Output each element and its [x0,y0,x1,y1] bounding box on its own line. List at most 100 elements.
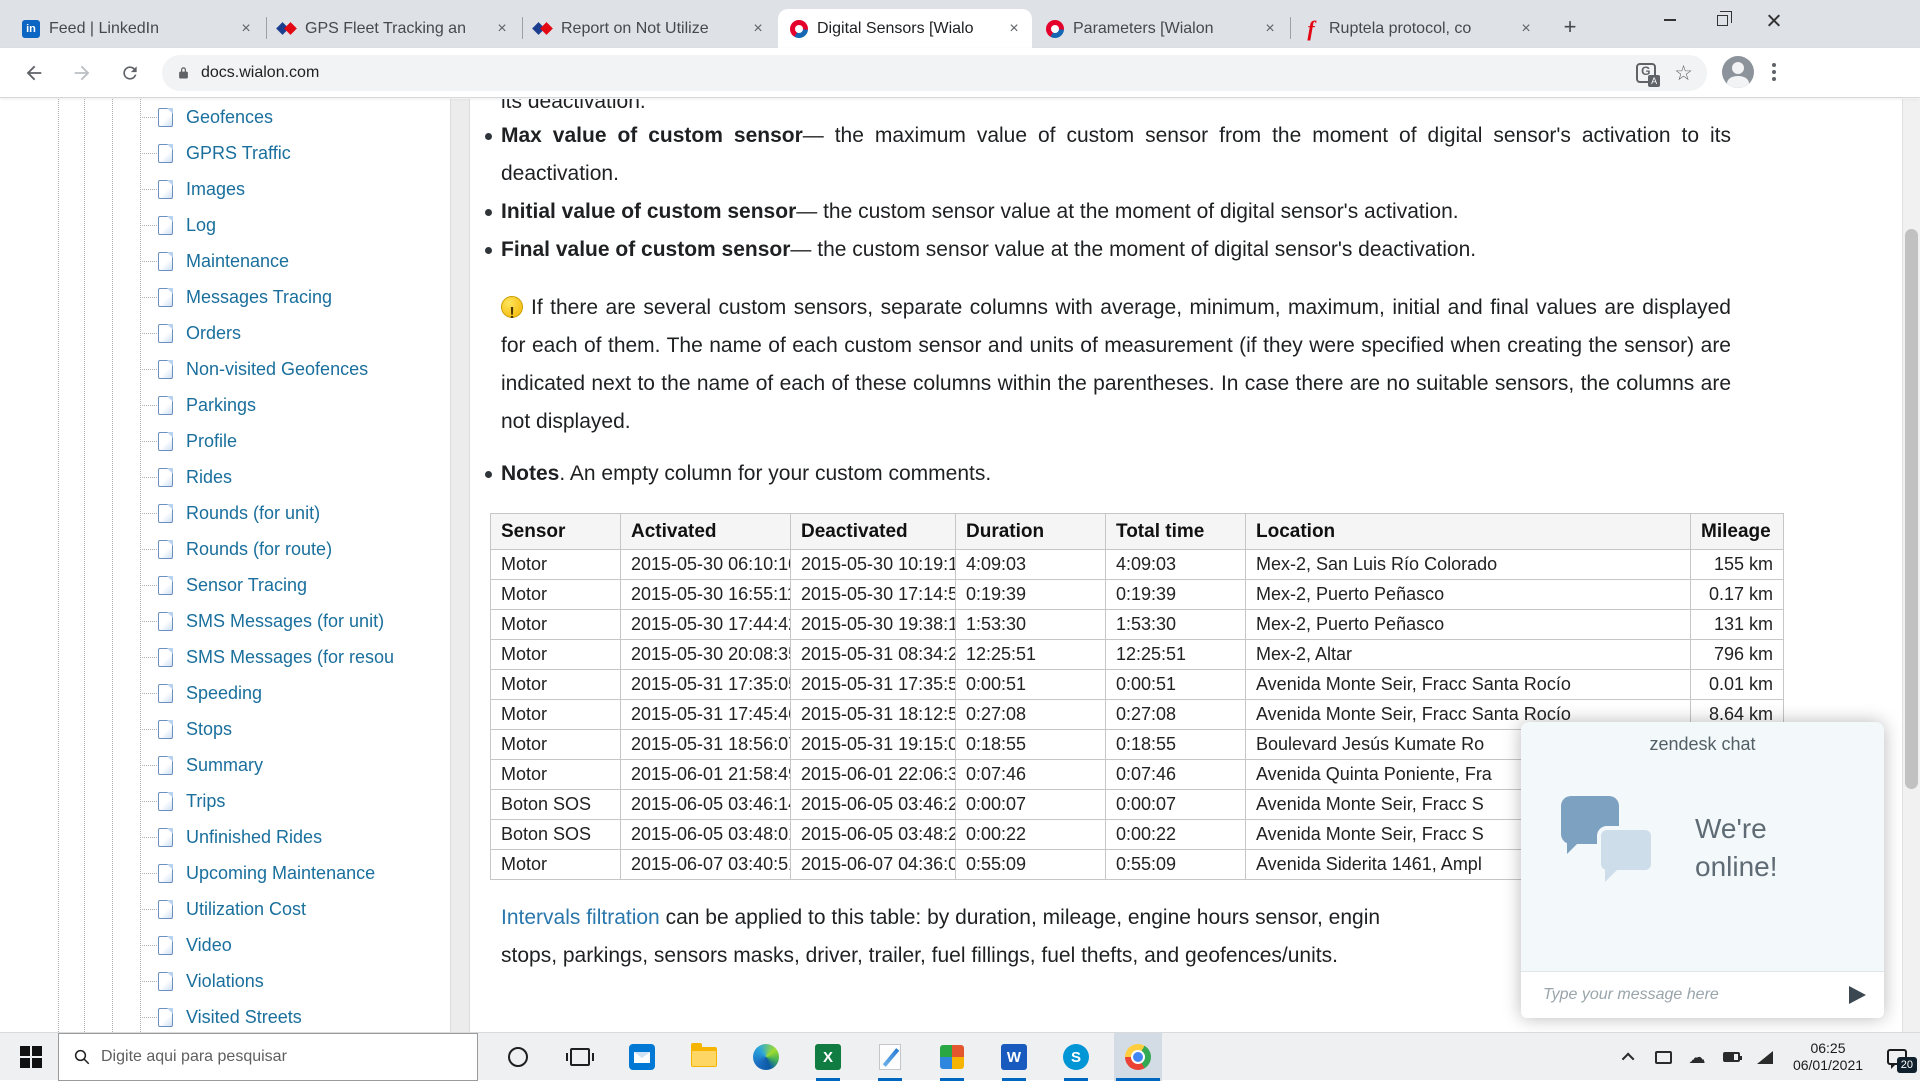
sidebar-item-violations[interactable]: Violations [0,963,450,999]
profile-avatar[interactable] [1722,56,1754,88]
sidebar-item-parkings[interactable]: Parkings [0,387,450,423]
sidebar-scrollbar[interactable] [450,99,470,1032]
taskbar-app-excel[interactable] [804,1033,852,1081]
taskbar-app-chrome[interactable] [1114,1033,1162,1081]
table-link[interactable]: 2015-05-31 17:35:56 [791,670,956,700]
table-link[interactable]: 2015-06-01 22:06:35 [791,760,956,790]
table-link[interactable]: 2015-05-31 19:15:02 [791,730,956,760]
sidebar-item-stops[interactable]: Stops [0,711,450,747]
sidebar-item-speeding[interactable]: Speeding [0,675,450,711]
table-link[interactable]: 2015-05-30 10:19:13 [791,550,956,580]
sidebar-item-log[interactable]: Log [0,207,450,243]
back-button[interactable] [18,57,50,89]
address-bar[interactable]: docs.wialon.com ☆ [162,55,1707,91]
sidebar-item-sms-messages-for-unit[interactable]: SMS Messages (for unit) [0,603,450,639]
start-button[interactable] [20,1046,42,1068]
scrollbar-thumb[interactable] [1905,229,1918,789]
tray-chevron-up-icon[interactable] [1612,1033,1646,1081]
table-link[interactable]: Mex-2, Altar [1246,640,1691,670]
translate-icon[interactable] [1636,63,1656,83]
sidebar-item-rounds-for-route[interactable]: Rounds (for route) [0,531,450,567]
maximize-button[interactable] [1696,0,1748,40]
sidebar-item-geofences[interactable]: Geofences [0,99,450,135]
table-link[interactable]: Avenida Monte Seir, Fracc Santa Rocío [1246,670,1691,700]
sidebar-item-orders[interactable]: Orders [0,315,450,351]
tab-close-icon[interactable]: × [1516,19,1536,39]
table-link[interactable]: 2015-05-30 17:14:50 [791,580,956,610]
table-link[interactable]: Mex-2, San Luis Río Colorado [1246,550,1691,580]
table-link[interactable]: Mex-2, Puerto Peñasco [1246,610,1691,640]
browser-menu-icon[interactable] [1772,63,1776,67]
sidebar-item-messages-tracing[interactable]: Messages Tracing [0,279,450,315]
tray-cloud-icon[interactable]: ☁ [1680,1033,1714,1081]
taskbar-search[interactable] [58,1033,478,1081]
table-link[interactable]: 2015-06-05 03:46:14 [621,790,791,820]
taskbar-app-paint[interactable] [866,1033,914,1081]
table-link[interactable]: 2015-06-07 03:40:51 [621,850,791,880]
reload-button[interactable] [114,57,146,89]
sidebar-item-gprs-traffic[interactable]: GPRS Traffic [0,135,450,171]
table-link[interactable]: 2015-05-31 17:35:05 [621,670,791,700]
page-scrollbar[interactable] [1902,99,1920,1032]
forward-button[interactable] [66,57,98,89]
tab-gps-fleet-tracking-an[interactable]: GPS Fleet Tracking an× [266,9,520,48]
bookmark-star-icon[interactable]: ☆ [1674,61,1693,86]
table-link[interactable]: 2015-05-30 19:38:12 [791,610,956,640]
tab-close-icon[interactable]: × [748,19,768,39]
table-link[interactable]: 2015-05-31 08:34:26 [791,640,956,670]
sidebar-item-visited-streets[interactable]: Visited Streets [0,999,450,1032]
table-link[interactable]: 2015-05-30 17:44:42 [621,610,791,640]
tray-network-icon[interactable] [1748,1033,1782,1081]
table-link[interactable]: 2015-05-31 18:12:54 [791,700,956,730]
sidebar-item-profile[interactable]: Profile [0,423,450,459]
taskbar-app-task-view[interactable] [556,1033,604,1081]
tray-battery-icon[interactable] [1714,1033,1748,1081]
tab-ruptela-protocol-co[interactable]: Ruptela protocol, co× [1290,9,1544,48]
table-link[interactable]: Mex-2, Puerto Peñasco [1246,580,1691,610]
action-center-button[interactable]: 20 [1874,1033,1920,1081]
tab-close-icon[interactable]: × [1260,19,1280,39]
table-link[interactable]: 2015-05-30 16:55:11 [621,580,791,610]
sidebar-item-rounds-for-unit[interactable]: Rounds (for unit) [0,495,450,531]
sidebar-item-summary[interactable]: Summary [0,747,450,783]
sidebar-item-rides[interactable]: Rides [0,459,450,495]
tab-feed-linkedin[interactable]: Feed | LinkedIn× [10,9,264,48]
sidebar-item-video[interactable]: Video [0,927,450,963]
send-icon[interactable] [1849,986,1866,1004]
sidebar-item-maintenance[interactable]: Maintenance [0,243,450,279]
sidebar-item-sms-messages-for-resou[interactable]: SMS Messages (for resou [0,639,450,675]
tab-parameters-wialon[interactable]: Parameters [Wialon× [1034,9,1288,48]
taskbar-app-skype[interactable] [1052,1033,1100,1081]
close-button[interactable] [1748,0,1800,40]
sidebar-item-trips[interactable]: Trips [0,783,450,819]
taskbar-search-input[interactable] [101,1048,431,1066]
taskbar-app-cortana[interactable] [494,1033,542,1081]
sidebar-item-upcoming-maintenance[interactable]: Upcoming Maintenance [0,855,450,891]
table-link[interactable]: 2015-06-05 03:46:21 [791,790,956,820]
tray-tablet-icon[interactable] [1646,1033,1680,1081]
sidebar-item-images[interactable]: Images [0,171,450,207]
taskbar-app-photos[interactable] [928,1033,976,1081]
sidebar-item-utilization-cost[interactable]: Utilization Cost [0,891,450,927]
taskbar-app-file-explorer[interactable] [680,1033,728,1081]
taskbar-app-edge[interactable] [742,1033,790,1081]
table-link[interactable]: 2015-06-05 03:48:01 [621,820,791,850]
sidebar-item-non-visited-geofences[interactable]: Non-visited Geofences [0,351,450,387]
sidebar-item-unfinished-rides[interactable]: Unfinished Rides [0,819,450,855]
table-link[interactable]: 2015-06-05 03:48:23 [791,820,956,850]
tab-report-on-not-utilize[interactable]: Report on Not Utilize× [522,9,776,48]
chat-message-input[interactable] [1521,986,1849,1004]
table-link[interactable]: 2015-06-01 21:58:49 [621,760,791,790]
tab-digital-sensors-wialo[interactable]: Digital Sensors [Wialo× [778,9,1032,48]
table-link[interactable]: 2015-05-31 18:56:07 [621,730,791,760]
table-link[interactable]: 2015-05-30 06:10:10 [621,550,791,580]
taskbar-app-word[interactable] [990,1033,1038,1081]
new-tab-button[interactable]: + [1556,14,1584,42]
sidebar-item-sensor-tracing[interactable]: Sensor Tracing [0,567,450,603]
tab-close-icon[interactable]: × [236,19,256,39]
minimize-button[interactable] [1644,0,1696,40]
intervals-filtration-link[interactable]: Intervals filtration [501,906,660,929]
table-link[interactable]: 2015-06-07 04:36:00 [791,850,956,880]
taskbar-clock[interactable]: 06:25 06/01/2021 [1782,1040,1874,1074]
table-link[interactable]: 2015-05-30 20:08:35 [621,640,791,670]
